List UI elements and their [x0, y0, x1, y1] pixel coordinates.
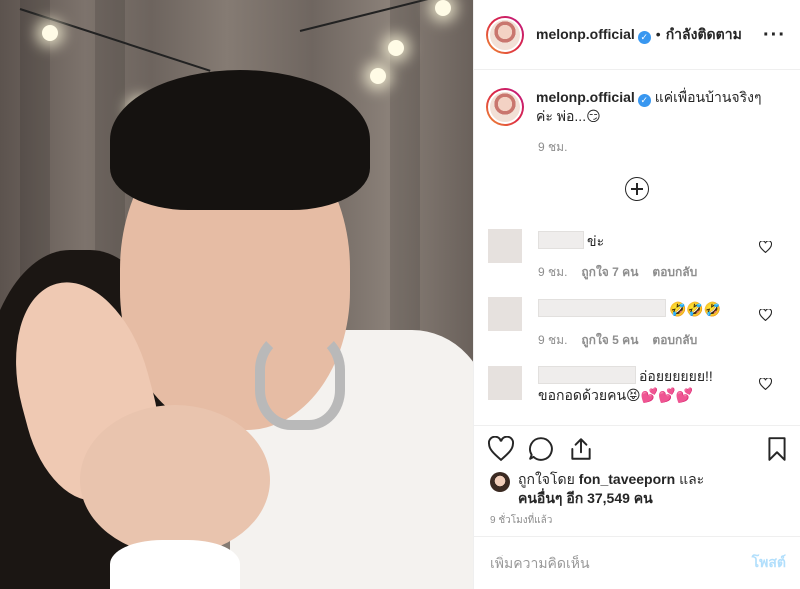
verified-badge-icon: ✓ — [637, 30, 651, 44]
comment-text: ข่ะ — [587, 233, 605, 249]
liker-username[interactable]: fon_taveeporn — [579, 471, 675, 487]
string-light — [388, 40, 404, 56]
separator-dot: • — [655, 25, 661, 42]
comment-composer: โพสต์ — [474, 536, 800, 589]
reply-button[interactable]: ตอบกลับ — [652, 333, 697, 347]
post-comment-button[interactable]: โพสต์ — [752, 552, 786, 574]
author-avatar[interactable] — [486, 15, 524, 54]
heart-icon[interactable] — [488, 436, 514, 462]
author-avatar[interactable] — [486, 88, 524, 126]
caption-username[interactable]: melonp.official — [536, 89, 635, 105]
like-comment-heart-icon[interactable] — [759, 378, 772, 390]
comment-input[interactable] — [490, 555, 752, 571]
like-comment-heart-icon[interactable] — [759, 241, 772, 253]
comment-time[interactable]: 9 ชม. — [538, 333, 567, 347]
redacted-username[interactable] — [538, 231, 584, 249]
woman-top — [110, 540, 240, 589]
share-icon[interactable] — [568, 436, 594, 462]
redacted-username[interactable] — [538, 299, 666, 317]
comment-likes[interactable]: ถูกใจ 5 คน — [581, 333, 638, 347]
commenter-avatar[interactable] — [488, 366, 522, 400]
more-options-icon[interactable]: ··· — [763, 25, 786, 45]
string-light — [435, 0, 451, 16]
likes-prefix: ถูกใจโดย — [518, 471, 575, 487]
comment-likes[interactable]: ถูกใจ 7 คน — [581, 265, 638, 279]
redacted-username[interactable] — [538, 366, 636, 384]
man-hair — [110, 70, 370, 210]
post-header: melonp.official ✓ • กำลังติดตาม ··· — [474, 0, 800, 70]
like-comment-heart-icon[interactable] — [759, 309, 772, 321]
bookmark-icon[interactable] — [764, 436, 790, 462]
liker-avatar[interactable] — [490, 472, 510, 492]
posted-time[interactable]: 9 ชั่วโมงที่แล้ว — [490, 513, 552, 528]
post-photo[interactable] — [0, 0, 473, 589]
likes-others-link[interactable]: คนอื่นๆ อีก 37,549 คน — [518, 490, 653, 506]
reply-button[interactable]: ตอบกลับ — [652, 265, 697, 279]
comment-text: 🤣🤣🤣 — [669, 301, 722, 317]
plus-circle-icon[interactable] — [625, 177, 649, 201]
string-light — [370, 68, 386, 84]
caption: melonp.official ✓ แค่เพื่อนบ้านจริงๆค่ะ พ… — [474, 70, 800, 126]
comment-time[interactable]: 9 ชม. — [538, 265, 567, 279]
commenter-avatar[interactable] — [488, 229, 522, 263]
comment-icon[interactable] — [528, 436, 554, 462]
post-sidebar: melonp.official ✓ • กำลังติดตาม ··· melonp.… — [473, 0, 800, 589]
string-light — [42, 25, 58, 41]
likes-and: และ — [679, 471, 705, 487]
commenter-avatar[interactable] — [488, 297, 522, 331]
woman-face — [80, 405, 270, 555]
likes-summary: ถูกใจโดย fon_taveeporn และ คนอื่นๆ อีก 3… — [490, 470, 704, 508]
caption-time[interactable]: 9 ชม. — [538, 138, 800, 157]
chain-necklace — [255, 330, 345, 430]
action-bar — [474, 425, 800, 475]
following-button[interactable]: กำลังติดตาม — [666, 26, 742, 42]
verified-badge-icon: ✓ — [637, 94, 651, 107]
author-username[interactable]: melonp.official — [536, 26, 635, 42]
